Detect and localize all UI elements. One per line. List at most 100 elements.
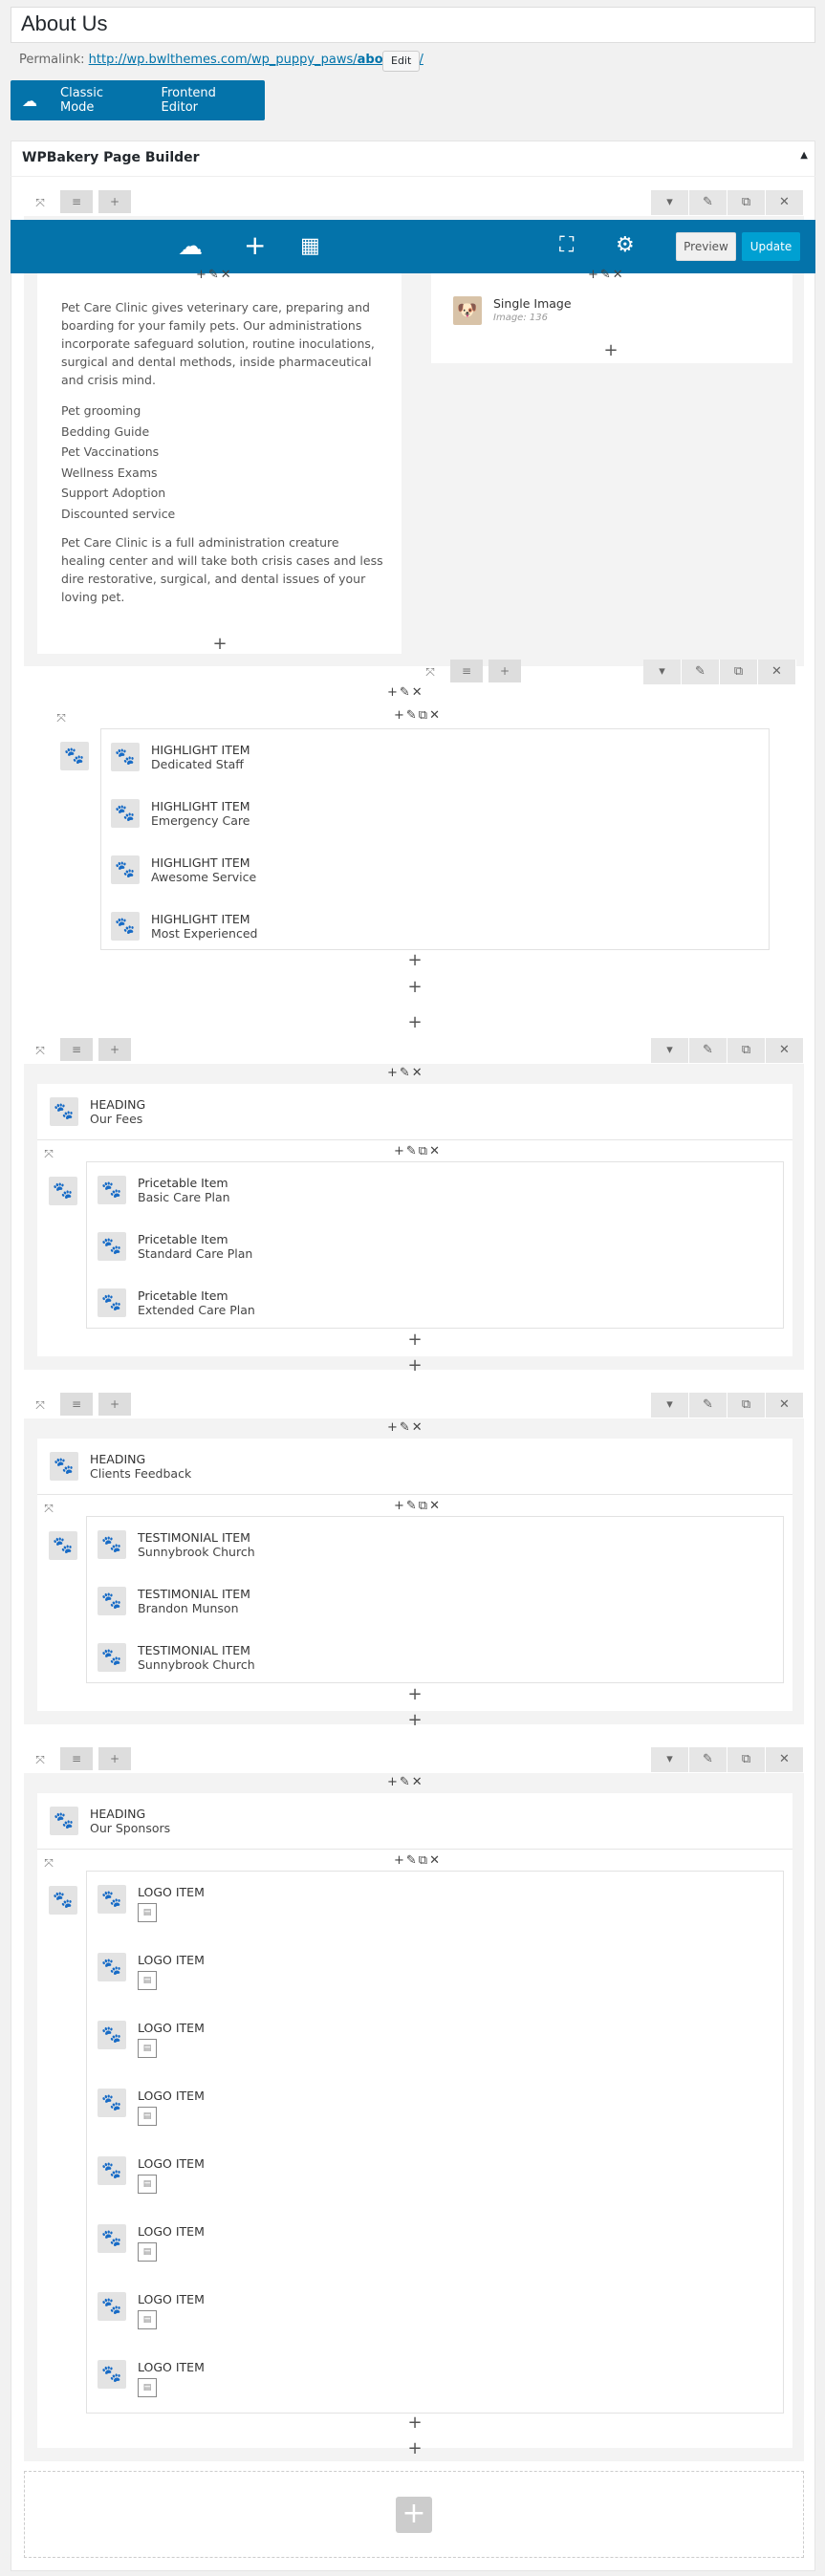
add-column-icon[interactable]: + — [488, 660, 521, 682]
toggle-icon[interactable]: ▾ — [651, 190, 689, 215]
add-element-icon[interactable]: + — [406, 1014, 423, 1031]
container-actions[interactable]: +✎⧉✕ — [394, 708, 442, 723]
fullscreen-icon[interactable]: ⤧ — [32, 1396, 49, 1414]
fullscreen-icon[interactable]: ⤧ — [53, 709, 70, 726]
drag-handle-icon[interactable]: ≡ — [60, 1393, 93, 1416]
update-button[interactable]: Update — [742, 232, 800, 261]
add-element-icon[interactable]: + — [602, 342, 619, 359]
toggle-icon[interactable]: ▾ — [643, 660, 682, 684]
highlight-item[interactable]: 🐾 HIGHLIGHT ITEM Dedicated Staff — [111, 743, 250, 771]
pricetable-item[interactable]: 🐾 Pricetable Item Standard Care Plan — [98, 1232, 252, 1261]
add-column-icon[interactable]: + — [98, 1747, 131, 1770]
add-column-icon[interactable]: + — [98, 1393, 131, 1416]
toggle-icon[interactable]: ▾ — [651, 1393, 689, 1418]
clone-icon[interactable]: ⧉ — [727, 1747, 766, 1772]
toggle-icon[interactable]: ▾ — [651, 1038, 689, 1063]
drag-handle-icon[interactable]: ≡ — [60, 1038, 93, 1061]
clone-icon[interactable]: ⧉ — [720, 660, 758, 684]
fullscreen-icon[interactable]: ⤧ — [32, 194, 49, 211]
templates-icon[interactable]: ▦ — [300, 235, 320, 258]
fullscreen-toggle-icon[interactable]: ⛶ — [559, 234, 574, 257]
delete-icon[interactable]: ✕ — [766, 190, 804, 215]
fullscreen-icon[interactable]: ⤧ — [40, 1500, 57, 1517]
container-actions[interactable]: +✎⧉✕ — [394, 1499, 442, 1513]
add-element-icon[interactable]: + — [406, 1712, 423, 1729]
drag-handle-icon[interactable]: ≡ — [60, 1747, 93, 1770]
highlight-item[interactable]: 🐾 HIGHLIGHT ITEM Most Experienced — [111, 912, 257, 941]
pricetable-item[interactable]: 🐾 Pricetable Item Basic Care Plan — [98, 1176, 230, 1204]
delete-icon[interactable]: ✕ — [766, 1038, 804, 1063]
clone-icon[interactable]: ⧉ — [727, 1038, 766, 1063]
row-actions: ▾ ✎ ⧉ ✕ — [643, 660, 796, 684]
permalink-link[interactable]: http://wp.bwlthemes.com/wp_puppy_paws/ab… — [89, 53, 423, 67]
logo-item[interactable]: 🐾 LOGO ITEM ▤ — [98, 2360, 205, 2397]
column-actions[interactable]: +✎✕ — [387, 685, 424, 700]
edit-icon[interactable]: ✎ — [682, 660, 720, 684]
paw-icon: 🐾 — [111, 855, 140, 884]
logo-item[interactable]: 🐾 LOGO ITEM ▤ — [98, 1953, 205, 1990]
highlight-item[interactable]: 🐾 HIGHLIGHT ITEM Awesome Service — [111, 855, 256, 884]
add-element-icon[interactable]: + — [406, 979, 423, 996]
delete-icon[interactable]: ✕ — [766, 1747, 804, 1772]
add-element-icon[interactable]: + — [406, 1686, 423, 1703]
add-element-icon[interactable]: + — [406, 952, 423, 969]
fullscreen-icon[interactable]: ⤧ — [32, 1751, 49, 1768]
column-actions[interactable]: +✎✕ — [387, 1775, 424, 1789]
item-title: LOGO ITEM — [138, 2360, 205, 2374]
testimonial-item[interactable]: 🐾 TESTIMONIAL ITEM Sunnybrook Church — [98, 1643, 255, 1672]
fullscreen-icon[interactable]: ⤧ — [40, 1145, 57, 1162]
edit-icon[interactable]: ✎ — [689, 1393, 727, 1418]
item-sub: Most Experienced — [151, 926, 258, 941]
add-row-button[interactable]: + — [396, 2497, 432, 2533]
delete-icon[interactable]: ✕ — [758, 660, 796, 684]
add-element-icon[interactable]: + — [244, 232, 266, 259]
add-element-icon[interactable]: + — [406, 1331, 423, 1349]
add-element-icon[interactable]: + — [211, 636, 228, 653]
logo-item[interactable]: 🐾 LOGO ITEM ▤ — [98, 2089, 205, 2126]
add-element-icon[interactable]: + — [406, 1357, 423, 1375]
toggle-icon[interactable]: ▾ — [651, 1747, 689, 1772]
column-actions[interactable]: +✎✕ — [196, 268, 233, 282]
clone-icon[interactable]: ⧉ — [727, 1393, 766, 1418]
delete-icon[interactable]: ✕ — [766, 1393, 804, 1418]
item-title: HIGHLIGHT ITEM — [151, 799, 250, 813]
frontend-editor-button[interactable]: Frontend Editor — [150, 86, 265, 115]
heading-element[interactable]: 🐾 HEADING Clients Feedback — [50, 1452, 191, 1481]
add-element-icon[interactable]: + — [406, 2414, 423, 2432]
collapse-icon[interactable]: ▲ — [800, 150, 808, 161]
pricetable-item[interactable]: 🐾 Pricetable Item Extended Care Plan — [98, 1288, 255, 1317]
column-actions[interactable]: +✎✕ — [387, 1066, 424, 1080]
drag-handle-icon[interactable]: ≡ — [450, 660, 483, 682]
container-actions[interactable]: +✎⧉✕ — [394, 1853, 442, 1868]
container-actions[interactable]: +✎⧉✕ — [394, 1144, 442, 1158]
logo-item[interactable]: 🐾 LOGO ITEM ▤ — [98, 2021, 205, 2058]
fullscreen-icon[interactable]: ⤧ — [422, 663, 439, 681]
classic-mode-button[interactable]: Classic Mode — [49, 86, 150, 115]
heading-element[interactable]: 🐾 HEADING Our Sponsors — [50, 1807, 170, 1835]
title-input[interactable]: About Us — [11, 7, 815, 43]
heading-element[interactable]: 🐾 HEADING Our Fees — [50, 1097, 145, 1126]
permalink-edit-button[interactable]: Edit — [382, 51, 421, 72]
single-image-element[interactable]: 🐶 Single Image Image: 136 — [453, 296, 572, 325]
highlight-item[interactable]: 🐾 HIGHLIGHT ITEM Emergency Care — [111, 799, 250, 828]
edit-icon[interactable]: ✎ — [689, 1038, 727, 1063]
add-column-icon[interactable]: + — [98, 190, 131, 213]
logo-item[interactable]: 🐾 LOGO ITEM ▤ — [98, 1885, 205, 1922]
settings-icon[interactable]: ⚙ — [616, 234, 635, 257]
logo-item[interactable]: 🐾 LOGO ITEM ▤ — [98, 2224, 205, 2262]
edit-icon[interactable]: ✎ — [689, 1747, 727, 1772]
fullscreen-icon[interactable]: ⤧ — [32, 1042, 49, 1059]
add-element-icon[interactable]: + — [406, 2440, 423, 2457]
column-actions[interactable]: +✎✕ — [588, 268, 625, 282]
preview-button[interactable]: Preview — [676, 232, 736, 261]
logo-item[interactable]: 🐾 LOGO ITEM ▤ — [98, 2292, 205, 2329]
edit-icon[interactable]: ✎ — [689, 190, 727, 215]
drag-handle-icon[interactable]: ≡ — [60, 190, 93, 213]
fullscreen-icon[interactable]: ⤧ — [40, 1854, 57, 1872]
column-actions[interactable]: +✎✕ — [387, 1420, 424, 1435]
testimonial-item[interactable]: 🐾 TESTIMONIAL ITEM Brandon Munson — [98, 1587, 250, 1615]
add-column-icon[interactable]: + — [98, 1038, 131, 1061]
logo-item[interactable]: 🐾 LOGO ITEM ▤ — [98, 2156, 205, 2194]
clone-icon[interactable]: ⧉ — [727, 190, 766, 215]
testimonial-item[interactable]: 🐾 TESTIMONIAL ITEM Sunnybrook Church — [98, 1530, 255, 1559]
